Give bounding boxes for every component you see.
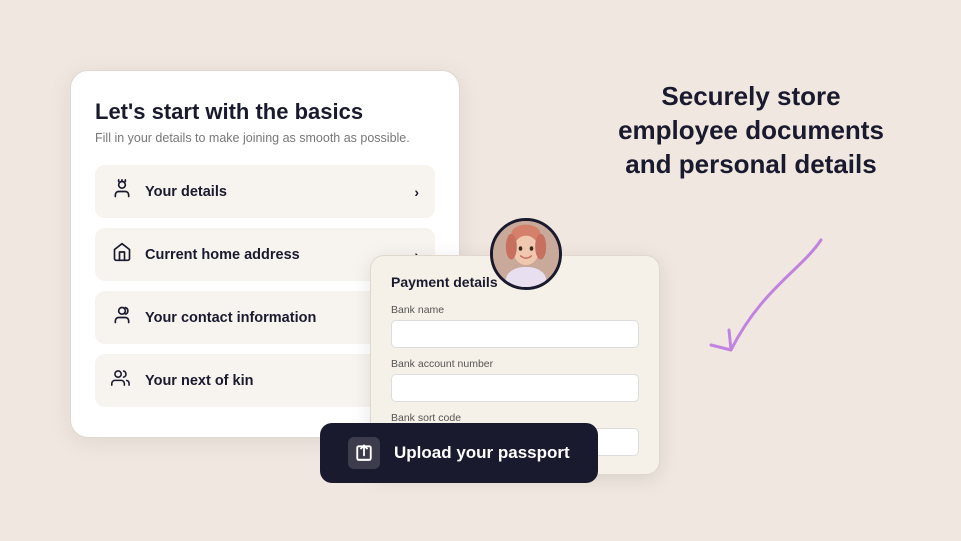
menu-item-your-details[interactable]: Your details › [95, 165, 435, 218]
upload-label: Upload your passport [394, 443, 570, 463]
menu-label-your-details: Your details [145, 184, 227, 200]
menu-label-home-address: Current home address [145, 247, 300, 263]
bank-name-label: Bank name [391, 304, 639, 316]
card-title: Let's start with the basics [95, 99, 435, 125]
chevron-icon-1: › [414, 184, 419, 200]
bank-account-input[interactable] [391, 374, 639, 402]
kin-icon [111, 368, 133, 393]
upload-passport-button[interactable]: Upload your passport [320, 423, 598, 483]
menu-label-next-of-kin: Your next of kin [145, 373, 254, 389]
home-icon [111, 242, 133, 267]
birthday-icon [111, 179, 133, 204]
right-text-block: Securely store employee documents and pe… [611, 80, 891, 181]
contact-icon [111, 305, 133, 330]
right-heading: Securely store employee documents and pe… [611, 80, 891, 181]
upload-icon [348, 437, 380, 469]
card-subtitle: Fill in your details to make joining as … [95, 131, 435, 145]
bank-name-input[interactable] [391, 320, 639, 348]
menu-label-contact-info: Your contact information [145, 310, 316, 326]
avatar [490, 218, 562, 290]
avatar-image [493, 218, 559, 290]
bank-account-label: Bank account number [391, 358, 639, 370]
arrow-decoration [681, 230, 841, 390]
